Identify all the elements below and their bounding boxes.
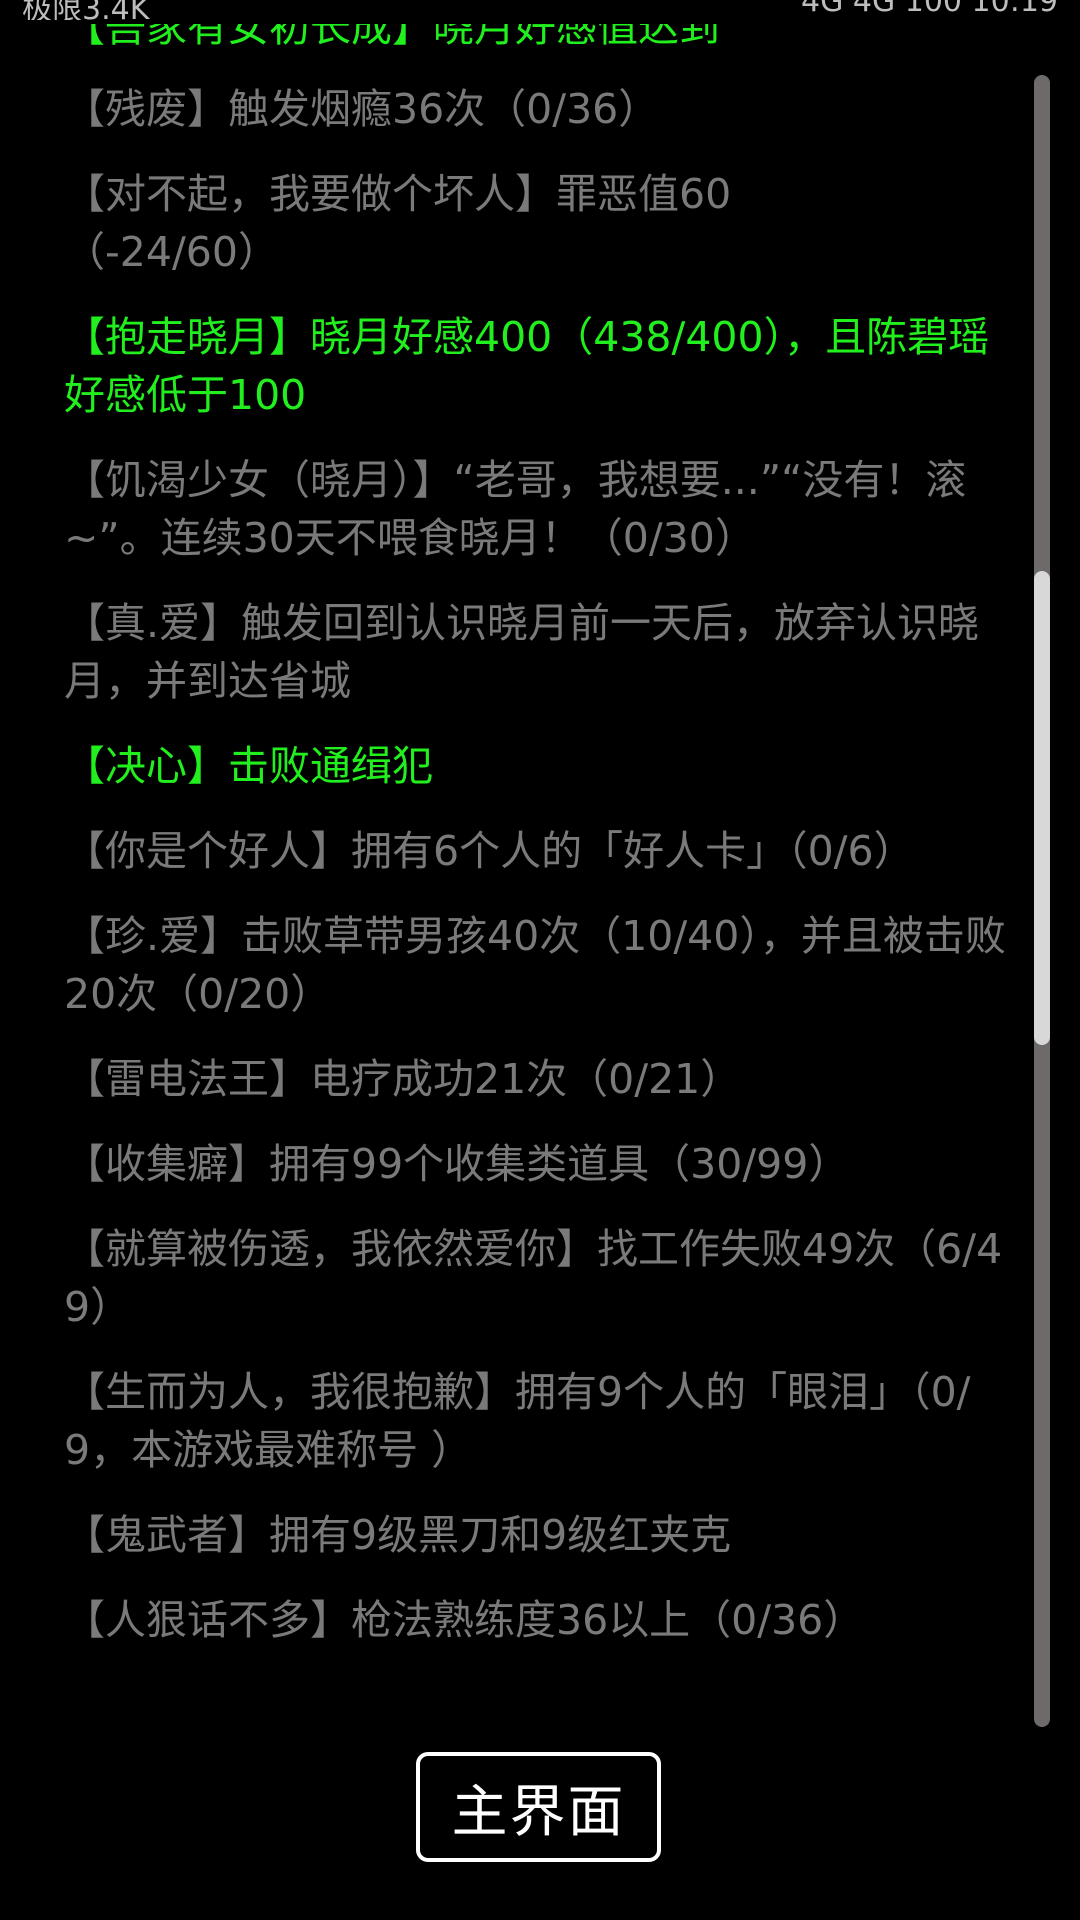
- main-menu-button[interactable]: 主界面: [416, 1752, 661, 1862]
- achievement-item: 【真.爱】触发回到认识晓月前一天后，放弃认识晓月，并到达省城: [64, 599, 980, 705]
- achievement-list-scroll-area[interactable]: 【吾家有女初长成】晓月好感值达到 【残废】触发烟瘾36次（0/36） 【对不起，…: [0, 0, 1080, 1720]
- achievement-item: 【人狠话不多】枪法熟练度36以上（0/36）: [64, 1596, 865, 1644]
- achievement-item: 【对不起，我要做个坏人】罪恶值60（-24/60）: [64, 170, 732, 276]
- achievement-item: 【残废】触发烟瘾36次（0/36）: [64, 85, 660, 133]
- achievement-item: 【决心】击败通缉犯: [64, 742, 433, 790]
- scrollbar-thumb[interactable]: [1034, 571, 1050, 1045]
- achievement-item: 【珍.爱】击败草带男孩40次（10/40），并且被击败20次（0/20）: [64, 912, 1006, 1018]
- achievement-item: 【鬼武者】拥有9级黑刀和9级红夹克: [64, 1511, 732, 1559]
- achievement-item: 【饥渴少女（晓月）】“老哥，我想要...”“没有！滚~”。连续30天不喂食晓月！…: [64, 456, 967, 562]
- achievement-item: 【吾家有女初长成】晓月好感值达到: [64, 24, 720, 51]
- achievement-item: 【生而为人，我很抱歉】拥有9个人的「眼泪」（0/9，本游戏最难称号 ）: [64, 1368, 971, 1474]
- achievement-item: 【就算被伤透，我依然爱你】找工作失败49次（6/49）: [64, 1225, 1003, 1331]
- achievement-item: 【你是个好人】拥有6个人的「好人卡」（0/6）: [64, 827, 915, 875]
- achievement-item: 【收集癖】拥有99个收集类道具（30/99）: [64, 1140, 850, 1188]
- scrollbar-track[interactable]: [1034, 75, 1050, 1727]
- achievement-item: 【雷电法王】电疗成功21次（0/21）: [64, 1055, 742, 1103]
- achievement-list: 【吾家有女初长成】晓月好感值达到 【残废】触发烟瘾36次（0/36） 【对不起，…: [64, 24, 1014, 1676]
- achievement-item: 【抱走晓月】晓月好感400（438/400），且陈碧瑶好感低于100: [64, 313, 990, 419]
